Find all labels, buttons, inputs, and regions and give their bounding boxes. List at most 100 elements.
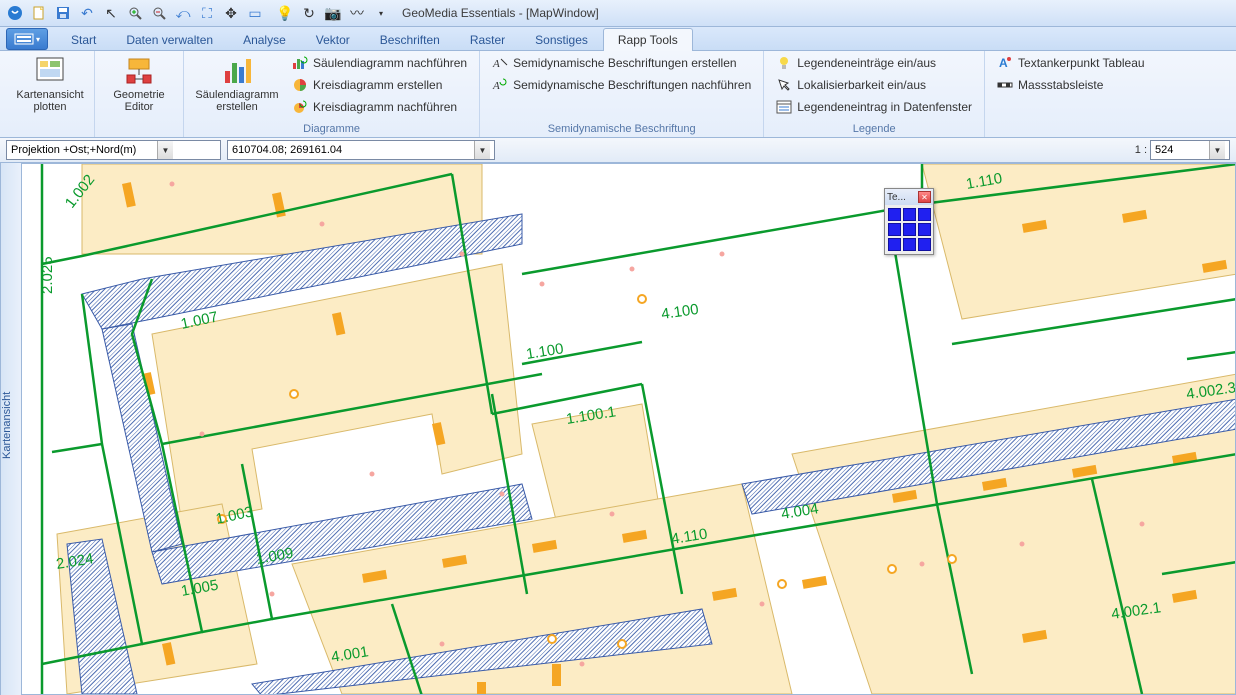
group-label [993, 135, 1149, 137]
pointer-icon[interactable]: ↖ [100, 2, 122, 24]
ribbon-group-semidyn: A Semidynamische Beschriftungen erstelle… [480, 51, 764, 137]
btn-label: Semidynamische Beschriftungen erstellen [513, 56, 736, 70]
lokalisierbarkeit-button[interactable]: Lokalisierbarkeit ein/aus [772, 75, 976, 95]
new-icon[interactable] [28, 2, 50, 24]
btn-label: Säulendiagramm nachführen [313, 56, 467, 70]
group-label: Semidynamische Beschriftung [488, 123, 755, 137]
tab-sonstiges[interactable]: Sonstiges [520, 28, 603, 51]
bulb-icon [776, 55, 792, 71]
btn-label-2: Editor [125, 101, 154, 113]
pie-chart-icon [292, 77, 308, 93]
group-label: Legende [772, 123, 976, 137]
anchor-tc[interactable] [903, 208, 916, 221]
map-svg: 1.0022.0251.0071.1004.1001.100.11.0031.0… [22, 164, 1236, 695]
btn-label-2: erstellen [216, 101, 258, 113]
zoom-in-icon[interactable] [124, 2, 146, 24]
textanker-tableau-panel[interactable]: Te... ✕ [884, 188, 934, 255]
coords-input[interactable] [228, 141, 474, 159]
save-icon[interactable] [52, 2, 74, 24]
kreisdiagramm-nachfuehren-button[interactable]: Kreisdiagramm nachführen [288, 97, 471, 117]
textankerpunkt-tableau-button[interactable]: A Textankerpunkt Tableau [993, 53, 1149, 73]
semidyn-erstellen-button[interactable]: A Semidynamische Beschriftungen erstelle… [488, 53, 755, 73]
undo-icon[interactable]: ↶ [76, 2, 98, 24]
btn-label: Legendeneintrag in Datenfenster [797, 100, 972, 114]
btn-label: Geometrie [113, 89, 164, 101]
saeulendiagramm-erstellen-button[interactable]: Säulendiagrammerstellen [192, 53, 282, 115]
kartenansicht-plotten-button[interactable]: Kartenansichtplotten [14, 53, 86, 115]
ribbon-tabs: ▾ Start Daten verwalten Analyse Vektor B… [0, 27, 1236, 51]
kartenansicht-side-tab[interactable]: Kartenansicht [0, 163, 21, 695]
tab-vektor[interactable]: Vektor [301, 28, 365, 51]
text-anchor-icon: A [997, 55, 1013, 71]
ribbon-group-plotten: Kartenansichtplotten [6, 51, 95, 137]
tab-raster[interactable]: Raster [455, 28, 520, 51]
label-refresh-icon: A [492, 77, 508, 93]
fit-window-icon[interactable]: ▭ [244, 2, 266, 24]
anchor-mc[interactable] [903, 223, 916, 236]
btn-label: Massstabsleiste [1018, 78, 1103, 92]
zoom-fit-icon[interactable]: ⛶ [196, 2, 218, 24]
projection-combo[interactable]: ▼ [6, 140, 221, 160]
panel-header[interactable]: Te... ✕ [885, 189, 933, 205]
ribbon-group-misc: A Textankerpunkt Tableau Massstabsleiste [985, 51, 1157, 137]
tab-daten-verwalten[interactable]: Daten verwalten [111, 28, 228, 51]
saeulendiagramm-nachfuehren-button[interactable]: Säulendiagramm nachführen [288, 53, 471, 73]
coords-combo[interactable]: ▼ [227, 140, 495, 160]
tab-analyse[interactable]: Analyse [228, 28, 301, 51]
label-create-icon: A [492, 55, 508, 71]
chevron-down-icon[interactable]: ▼ [1209, 141, 1225, 159]
list-window-icon [776, 99, 792, 115]
semidyn-nachfuehren-button[interactable]: A Semidynamische Beschriftungen nachführ… [488, 75, 755, 95]
pan-icon[interactable]: ✥ [220, 2, 242, 24]
tab-beschriften[interactable]: Beschriften [365, 28, 455, 51]
anchor-bc[interactable] [903, 238, 916, 251]
graph-icon[interactable]: 〰 [346, 2, 368, 24]
pie-chart-refresh-icon [292, 99, 308, 115]
scale-combo[interactable]: ▼ [1150, 140, 1230, 160]
svg-text:A: A [492, 58, 500, 70]
file-menu-button[interactable]: ▾ [6, 28, 48, 50]
btn-label: Textankerpunkt Tableau [1018, 56, 1145, 70]
anchor-tl[interactable] [888, 208, 901, 221]
anchor-mr[interactable] [918, 223, 931, 236]
geometrie-editor-button[interactable]: GeometrieEditor [103, 53, 175, 115]
btn-label: Säulendiagramm [195, 89, 278, 101]
anchor-grid [885, 205, 933, 254]
title-bar: ↶ ↖ ⤺ ⛶ ✥ ▭ 💡 ↻ 📷 〰 ▾ GeoMedia Essential… [0, 0, 1236, 27]
massstabsleiste-button[interactable]: Massstabsleiste [993, 75, 1149, 95]
btn-label: Kreisdiagramm erstellen [313, 78, 442, 92]
legendeneintrag-datenfenster-button[interactable]: Legendeneintrag in Datenfenster [772, 97, 976, 117]
btn-label: Lokalisierbarkeit ein/aus [797, 78, 926, 92]
camera-icon[interactable]: 📷 [322, 2, 344, 24]
svg-text:A: A [999, 56, 1008, 70]
scale-input[interactable] [1151, 141, 1209, 159]
kreisdiagramm-erstellen-button[interactable]: Kreisdiagramm erstellen [288, 75, 471, 95]
group-label [103, 135, 175, 137]
svg-text:A: A [492, 80, 500, 92]
svg-text:2.025: 2.025 [39, 256, 56, 294]
projection-input[interactable] [7, 141, 157, 159]
anchor-br[interactable] [918, 238, 931, 251]
anchor-bl[interactable] [888, 238, 901, 251]
btn-label-2: plotten [33, 101, 66, 113]
qat-more-icon[interactable]: ▾ [370, 2, 392, 24]
legendeneintraege-button[interactable]: Legendeneinträge ein/aus [772, 53, 976, 73]
ribbon: Kartenansichtplotten GeometrieEditor Säu… [0, 51, 1236, 138]
chevron-down-icon[interactable]: ▼ [474, 141, 490, 159]
anchor-tr[interactable] [918, 208, 931, 221]
bar-chart-refresh-icon [292, 55, 308, 71]
tab-start[interactable]: Start [56, 28, 111, 51]
map-canvas[interactable]: 1.0022.0251.0071.1004.1001.100.11.0031.0… [21, 163, 1236, 695]
app-menu-icon[interactable] [4, 2, 26, 24]
close-icon[interactable]: ✕ [918, 191, 931, 203]
side-tab-label: Kartenansicht [1, 391, 13, 458]
bulb-icon[interactable]: 💡 [274, 2, 296, 24]
chevron-down-icon[interactable]: ▼ [157, 141, 173, 159]
zoom-out-icon[interactable] [148, 2, 170, 24]
zoom-prev-icon[interactable]: ⤺ [172, 2, 194, 24]
main-area: Kartenansicht [0, 163, 1236, 695]
tab-rapp-tools[interactable]: Rapp Tools [603, 28, 693, 51]
anchor-ml[interactable] [888, 223, 901, 236]
btn-label: Kreisdiagramm nachführen [313, 100, 457, 114]
refresh-icon[interactable]: ↻ [298, 2, 320, 24]
